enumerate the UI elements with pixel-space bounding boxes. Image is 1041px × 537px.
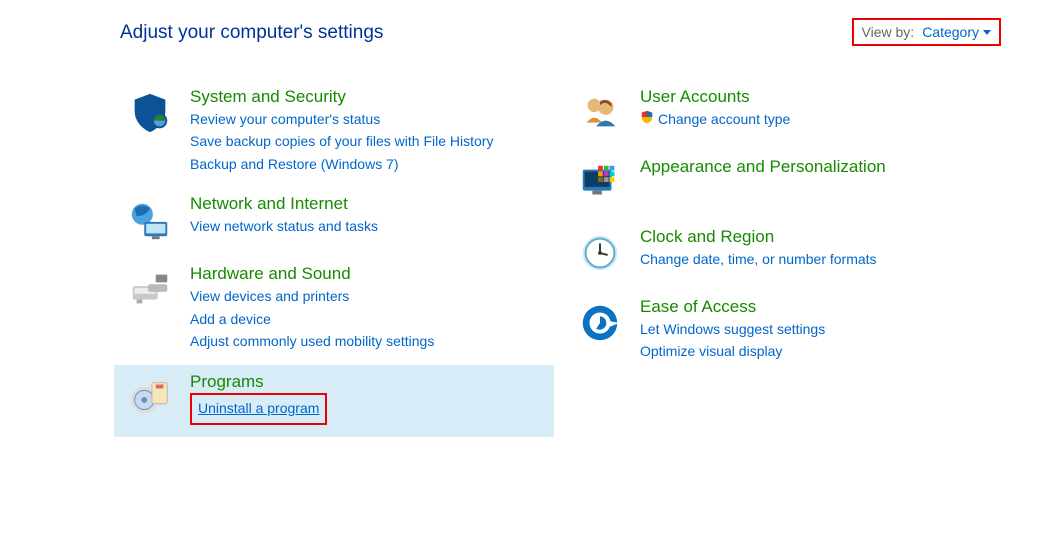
- category-hardware: Hardware and SoundView devices and print…: [114, 257, 554, 364]
- link-network-0[interactable]: View network status and tasks: [190, 215, 544, 237]
- programs-icon: [124, 371, 176, 423]
- hardware-icon: [124, 263, 176, 315]
- chevron-down-icon: [983, 30, 991, 35]
- view-by-label: View by:: [862, 24, 915, 40]
- system-icon: [124, 86, 176, 138]
- link-users-0[interactable]: Change account type: [640, 108, 994, 130]
- category-heading-ease[interactable]: Ease of Access: [640, 296, 994, 318]
- category-heading-hardware[interactable]: Hardware and Sound: [190, 263, 544, 285]
- clock-icon: [574, 226, 626, 278]
- link-system-2[interactable]: Backup and Restore (Windows 7): [190, 153, 544, 175]
- link-hardware-1[interactable]: Add a device: [190, 308, 544, 330]
- appearance-icon: [574, 156, 626, 208]
- view-by-value: Category: [922, 24, 979, 40]
- view-by-dropdown[interactable]: Category: [922, 24, 991, 40]
- users-icon: [574, 86, 626, 138]
- link-hardware-2[interactable]: Adjust commonly used mobility settings: [190, 330, 544, 352]
- category-appearance: Appearance and Personalization: [564, 150, 1004, 220]
- link-system-1[interactable]: Save backup copies of your files with Fi…: [190, 130, 544, 152]
- link-hardware-0[interactable]: View devices and printers: [190, 285, 544, 307]
- category-heading-programs[interactable]: Programs: [190, 371, 544, 393]
- link-system-0[interactable]: Review your computer's status: [190, 108, 544, 130]
- link-programs-0[interactable]: Uninstall a program: [190, 393, 544, 425]
- category-ease: Ease of AccessLet Windows suggest settin…: [564, 290, 1004, 375]
- category-heading-network[interactable]: Network and Internet: [190, 193, 544, 215]
- category-heading-system[interactable]: System and Security: [190, 86, 544, 108]
- link-clock-0[interactable]: Change date, time, or number formats: [640, 248, 994, 270]
- view-by-selector: View by: Category: [852, 18, 1001, 46]
- category-heading-appearance[interactable]: Appearance and Personalization: [640, 156, 994, 178]
- link-ease-1[interactable]: Optimize visual display: [640, 340, 994, 362]
- category-programs: ProgramsUninstall a program: [114, 365, 554, 437]
- link-ease-0[interactable]: Let Windows suggest settings: [640, 318, 994, 340]
- category-clock: Clock and RegionChange date, time, or nu…: [564, 220, 1004, 290]
- category-network: Network and InternetView network status …: [114, 187, 554, 257]
- ease-icon: [574, 296, 626, 348]
- shield-icon: [640, 108, 654, 130]
- category-users: User AccountsChange account type: [564, 80, 1004, 150]
- category-heading-users[interactable]: User Accounts: [640, 86, 994, 108]
- network-icon: [124, 193, 176, 245]
- page-title: Adjust your computer's settings: [120, 22, 383, 44]
- category-heading-clock[interactable]: Clock and Region: [640, 226, 994, 248]
- category-system: System and SecurityReview your computer'…: [114, 80, 554, 187]
